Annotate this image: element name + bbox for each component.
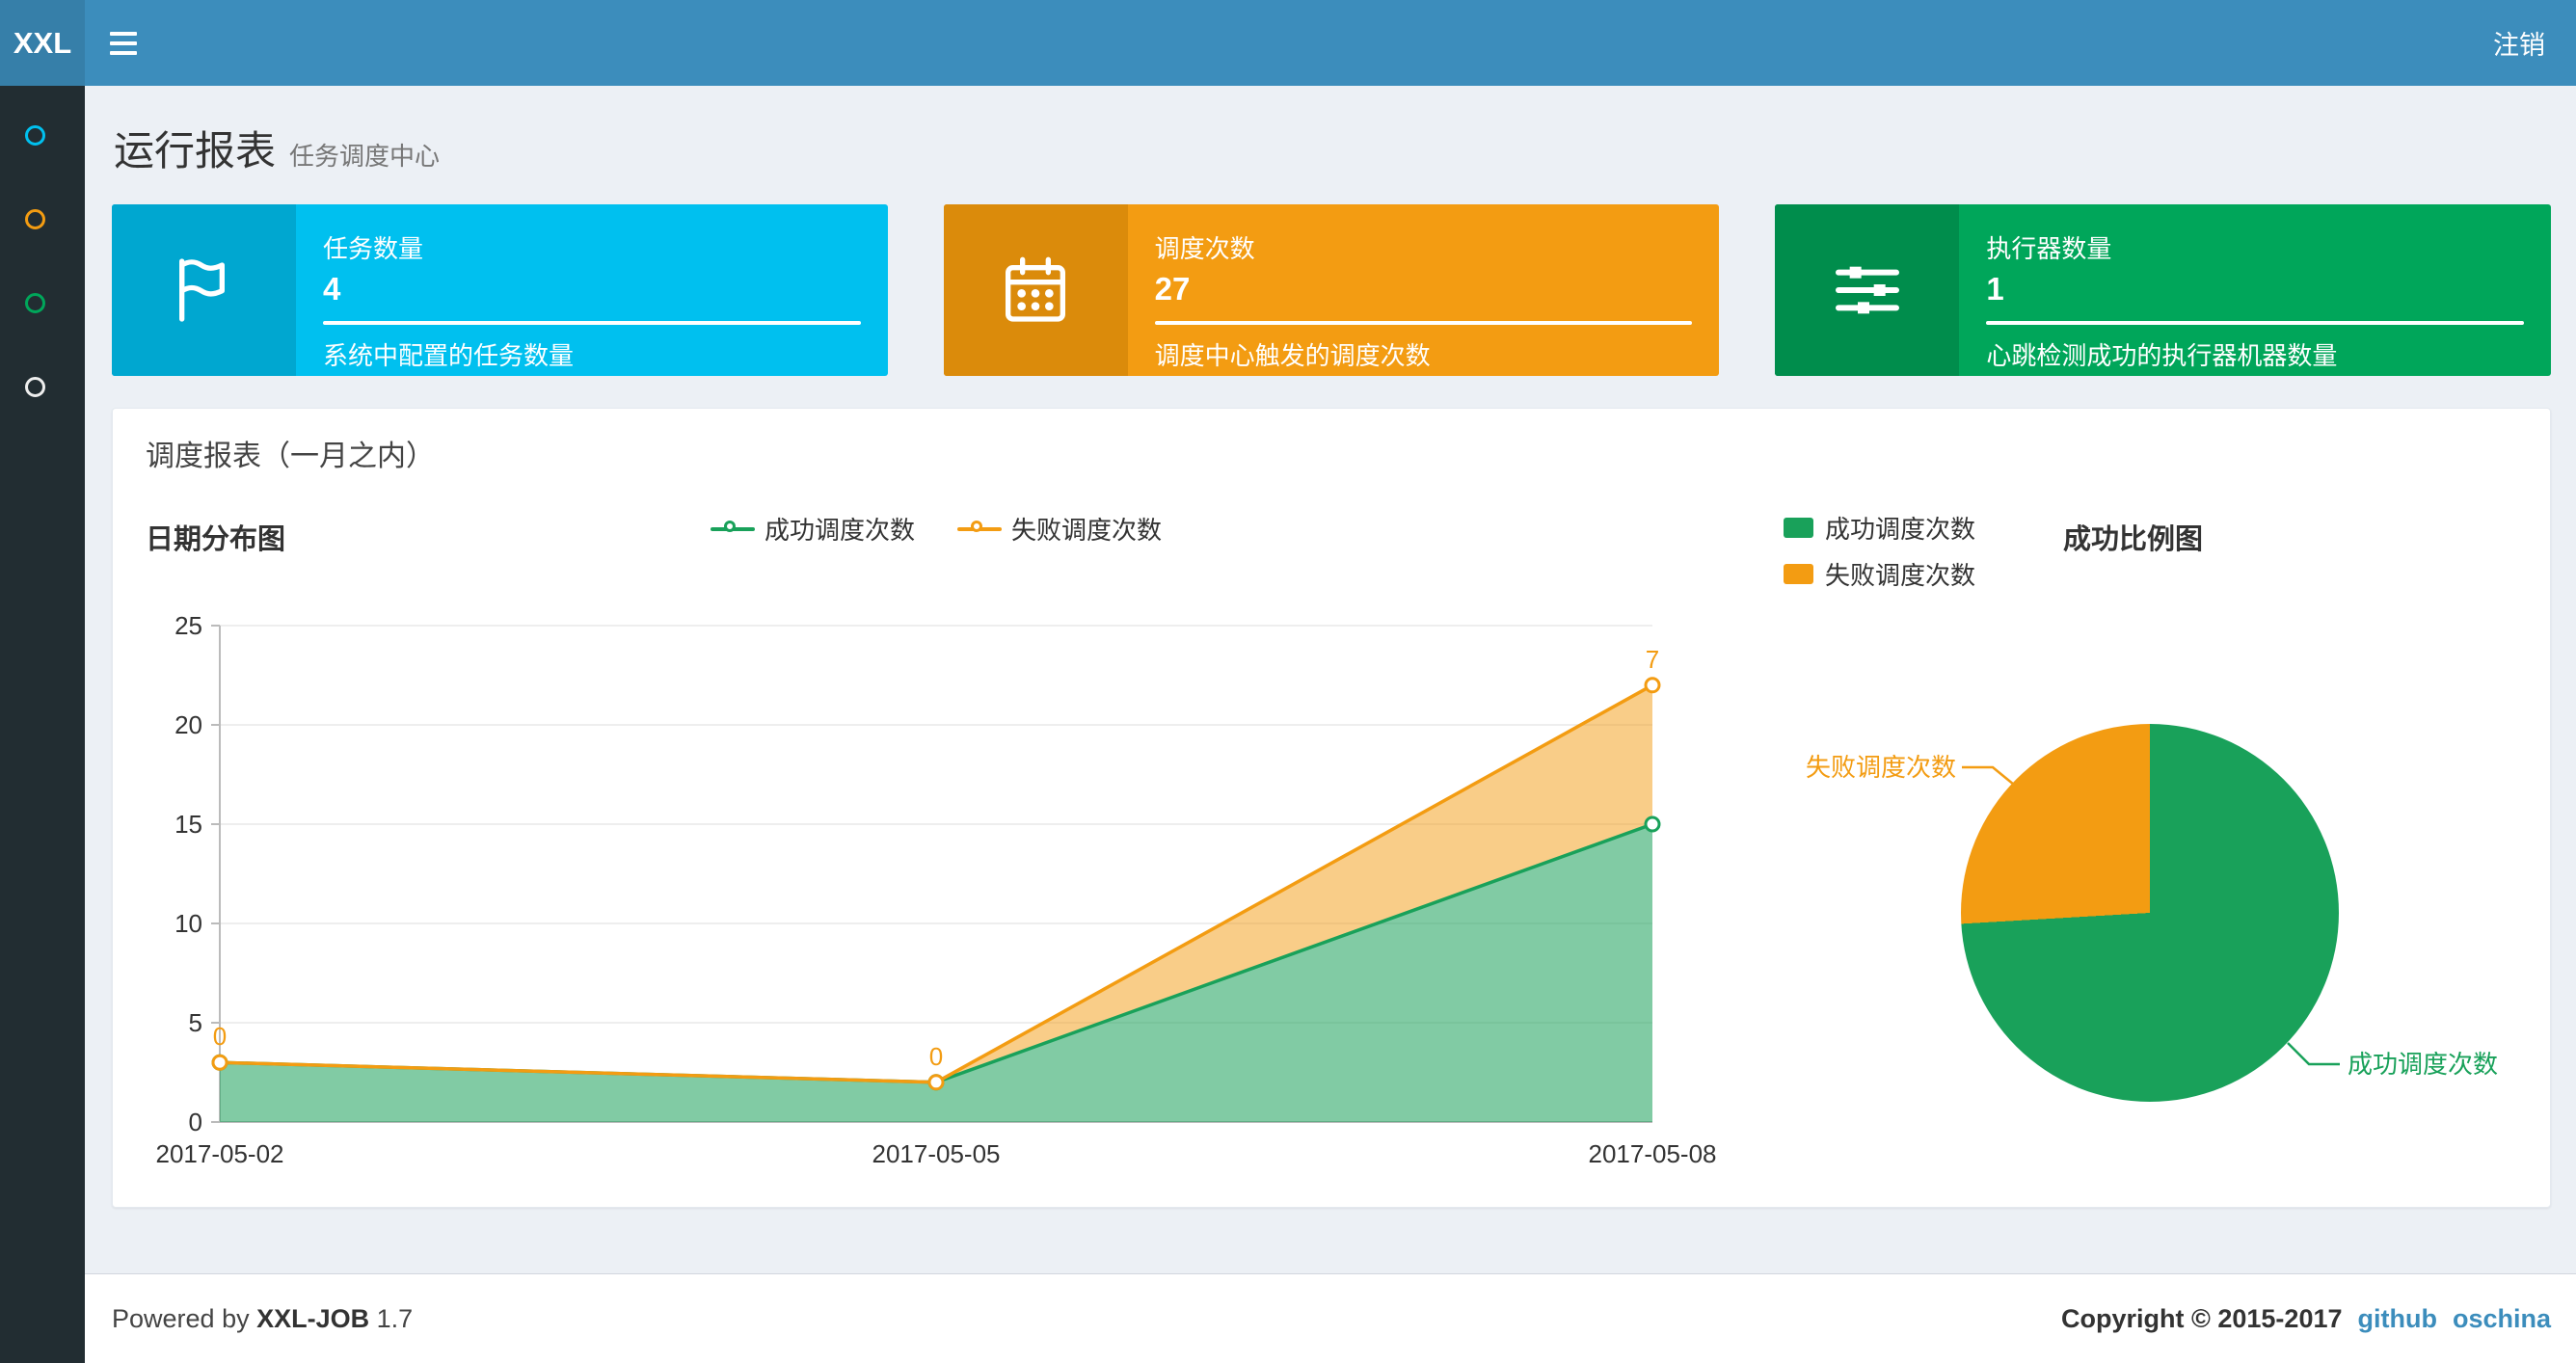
sidebar-item-3[interactable] <box>0 261 85 345</box>
info-box-value: 27 <box>1154 271 1191 307</box>
github-link[interactable]: github <box>2358 1304 2437 1334</box>
svg-text:20: 20 <box>174 710 202 739</box>
legend-item-success[interactable]: 成功调度次数 <box>710 511 915 547</box>
footer: Powered by XXL-JOB 1.7 Copyright © 2015-… <box>85 1273 2576 1363</box>
svg-text:5: 5 <box>189 1008 202 1037</box>
circle-o-icon <box>25 209 45 229</box>
info-box-jobs: 任务数量 4 系统中配置的任务数量 <box>112 204 888 376</box>
legend-item-success[interactable]: 成功调度次数 <box>1784 509 1975 546</box>
progress-line <box>1154 321 1693 325</box>
panel-title: 调度报表（一月之内） <box>146 441 435 472</box>
legend-label: 失败调度次数 <box>1825 560 1976 590</box>
legend-label: 成功调度次数 <box>764 516 915 545</box>
calendar-icon <box>943 204 1128 376</box>
svg-text:2017-05-05: 2017-05-05 <box>872 1139 1001 1168</box>
hamburger-icon <box>110 31 137 36</box>
sidebar-item-2[interactable] <box>0 177 85 261</box>
sidebar-item-4[interactable] <box>0 345 85 429</box>
legend-item-fail[interactable]: 失败调度次数 <box>1784 555 1975 592</box>
pie-chart-title: 成功比例图 <box>2063 524 2204 555</box>
circle-o-icon <box>25 125 45 146</box>
top-navbar: XXL 注销 <box>0 0 2576 86</box>
circle-o-icon <box>25 377 45 397</box>
oschina-link[interactable]: oschina <box>2453 1304 2551 1334</box>
svg-text:0: 0 <box>189 1108 202 1136</box>
copyright: Copyright © 2015-2017 <box>2060 1303 2343 1333</box>
main-content: 运行报表 任务调度中心 任务数量 4 系统中配置的任务数量 调度次数 27 调度… <box>85 86 2576 1273</box>
pie-label-fail: 失败调度次数 <box>1806 753 1956 782</box>
info-box-value: 1 <box>1986 271 2004 307</box>
sidebar-toggle-button[interactable] <box>85 0 162 86</box>
info-box-executors: 执行器数量 1 心跳检测成功的执行器机器数量 <box>1775 204 2552 376</box>
progress-line <box>323 321 861 325</box>
square-marker-icon <box>1784 563 1813 584</box>
svg-text:0: 0 <box>213 1022 227 1051</box>
flag-icon <box>112 204 296 376</box>
svg-text:2017-05-08: 2017-05-08 <box>1589 1139 1717 1168</box>
powered-by: Powered by XXL-JOB 1.7 <box>112 1303 414 1333</box>
svg-text:10: 10 <box>174 909 202 938</box>
line-chart-legend: 成功调度次数 失败调度次数 <box>220 511 1652 547</box>
schedule-report-panel: 调度报表（一月之内） 日期分布图 成功调度次数 失败调度次数 0 5 10 15 20 2… <box>112 408 2551 1208</box>
brand-name: XXL-JOB <box>256 1303 370 1333</box>
hamburger-icon <box>110 50 137 55</box>
svg-text:7: 7 <box>1646 645 1659 674</box>
app-logo[interactable]: XXL <box>0 0 85 86</box>
legend-label: 失败调度次数 <box>1011 516 1163 545</box>
info-box-value: 4 <box>323 271 341 307</box>
svg-text:25: 25 <box>174 611 202 640</box>
legend-item-fail[interactable]: 失败调度次数 <box>957 511 1162 547</box>
svg-text:0: 0 <box>929 1042 943 1071</box>
line-marker-icon <box>710 520 755 532</box>
info-box-title: 执行器数量 <box>1986 234 2112 263</box>
info-box-title: 任务数量 <box>323 234 424 263</box>
info-box-description: 心跳检测成功的执行器机器数量 <box>1986 341 2338 370</box>
success-ratio-pie <box>1961 724 2339 1102</box>
info-box-row: 任务数量 4 系统中配置的任务数量 调度次数 27 调度中心触发的调度次数 执行… <box>112 204 2552 376</box>
sidebar-item-1[interactable] <box>0 94 85 177</box>
version: 1.7 <box>376 1303 414 1333</box>
pie-label-success: 成功调度次数 <box>2348 1050 2498 1079</box>
info-box-description: 调度中心触发的调度次数 <box>1154 341 1431 370</box>
sidebar <box>0 86 85 1363</box>
square-marker-icon <box>1784 517 1813 538</box>
line-marker-icon <box>957 520 1002 532</box>
page-subtitle: 任务调度中心 <box>289 142 441 171</box>
svg-text:15: 15 <box>174 810 202 839</box>
legend-label: 成功调度次数 <box>1825 514 1976 544</box>
logout-link[interactable]: 注销 <box>2493 31 2545 60</box>
info-box-triggers: 调度次数 27 调度中心触发的调度次数 <box>943 204 1720 376</box>
pie-chart-legend: 成功调度次数 失败调度次数 <box>1784 509 1975 592</box>
sliders-icon <box>1775 204 1960 376</box>
progress-line <box>1986 321 2525 325</box>
circle-o-icon <box>25 293 45 313</box>
info-box-title: 调度次数 <box>1154 234 1255 263</box>
page-title: 运行报表 <box>114 128 277 174</box>
hamburger-icon <box>110 40 137 45</box>
date-distribution-chart: 05101520252017-05-02 2017-05-05 2017-05-08… <box>156 611 1717 1168</box>
svg-text:2017-05-02: 2017-05-02 <box>156 1139 284 1168</box>
info-box-description: 系统中配置的任务数量 <box>323 341 575 370</box>
